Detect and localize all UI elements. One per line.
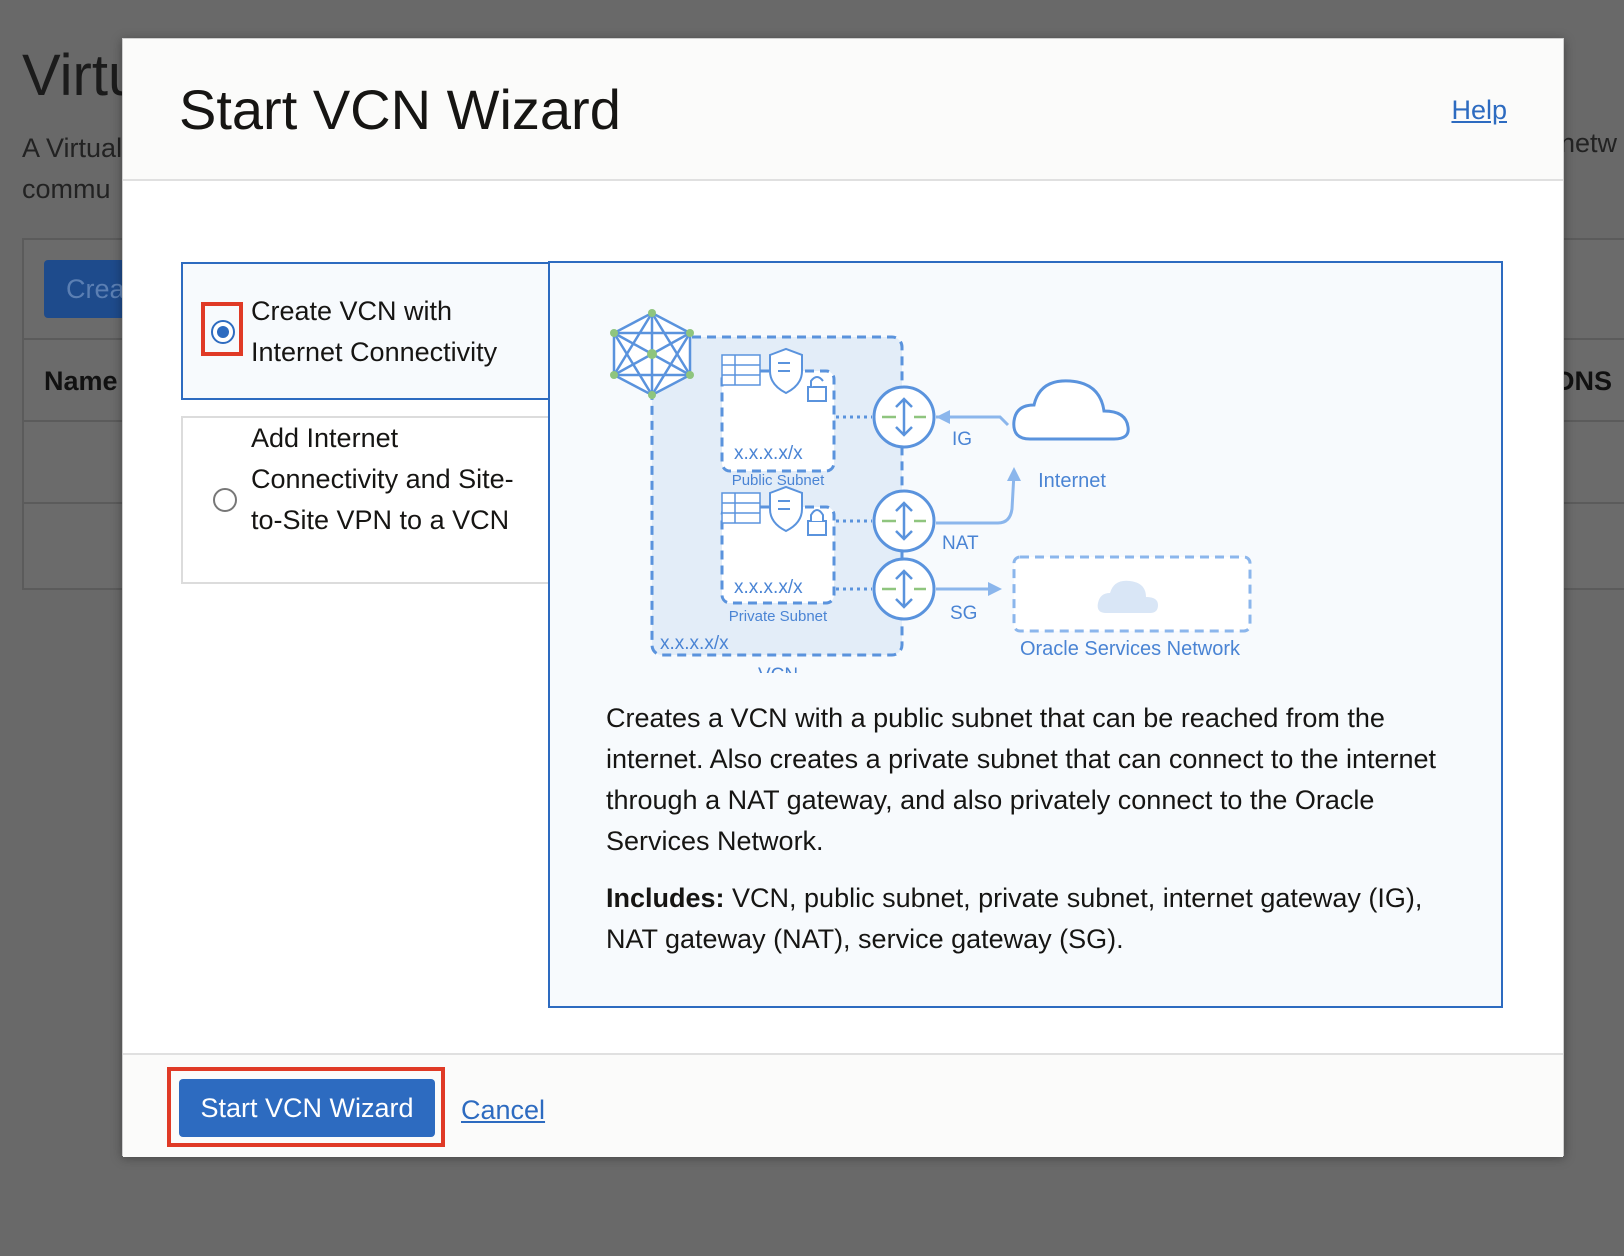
start-vcn-wizard-button[interactable]: Start VCN Wizard [179, 1079, 435, 1137]
option-detail-panel: x.x.x.x/x Public Subnet x.x.x.x/x Privat… [548, 261, 1503, 1008]
public-subnet-label: Public Subnet [732, 472, 825, 489]
help-link[interactable]: Help [1451, 95, 1507, 126]
cancel-link[interactable]: Cancel [461, 1095, 545, 1126]
oracle-services-network-label: Oracle Services Network [1020, 638, 1241, 660]
internet-label: Internet [1038, 470, 1106, 492]
background-column-dns: DNS I [1555, 366, 1613, 427]
sg-label: SG [950, 603, 977, 624]
vcn-topology-diagram: x.x.x.x/x Public Subnet x.x.x.x/x Privat… [610, 309, 1252, 673]
gateway-icon [872, 385, 936, 449]
vcn-label: VCN [758, 665, 798, 673]
vcn-cidr: x.x.x.x/x [660, 633, 729, 654]
dialog-footer: Start VCN Wizard Cancel [123, 1053, 1563, 1157]
radio-highlight-box [201, 302, 243, 356]
option-create-vcn-internet[interactable]: Create VCN with Internet Connectivity [181, 262, 549, 400]
option-includes: Includes: VCN, public subnet, private su… [606, 878, 1446, 960]
private-subnet-cidr: x.x.x.x/x [734, 577, 803, 598]
nat-connector [936, 472, 1016, 525]
gateway-icon [872, 557, 936, 621]
private-subnet-label: Private Subnet [729, 608, 828, 625]
dialog-body: Create VCN with Internet Connectivity Ad… [123, 181, 1563, 1053]
dialog-header: Start VCN Wizard Help [123, 39, 1563, 181]
option-add-internet-vpn[interactable]: Add Internet Connectivity and Site-to-Si… [181, 416, 549, 584]
route-table-icon [721, 354, 761, 386]
public-subnet-cidr: x.x.x.x/x [734, 443, 803, 464]
radio-unselected[interactable] [213, 488, 237, 512]
gateway-icon [872, 489, 936, 553]
option-label: Create VCN with Internet Connectivity [251, 296, 498, 367]
unlocked-icon [807, 376, 827, 402]
includes-text: VCN, public subnet, private subnet, inte… [606, 883, 1423, 954]
includes-label: Includes: [606, 883, 725, 913]
background-column-name: Name [44, 366, 118, 396]
nat-label: NAT [942, 533, 979, 554]
locked-icon [807, 509, 827, 536]
start-vcn-wizard-dialog: Start VCN Wizard Help Create VCN with In… [122, 38, 1564, 1157]
option-description: Creates a VCN with a public subnet that … [606, 703, 1437, 856]
ig-label: IG [952, 429, 972, 450]
background-description-right: netw [1560, 128, 1618, 158]
internet-cloud-icon [1012, 379, 1130, 441]
option-label: Add Internet Connectivity and Site-to-Si… [251, 423, 514, 535]
dialog-title: Start VCN Wizard [179, 78, 621, 141]
route-table-icon [721, 492, 761, 524]
